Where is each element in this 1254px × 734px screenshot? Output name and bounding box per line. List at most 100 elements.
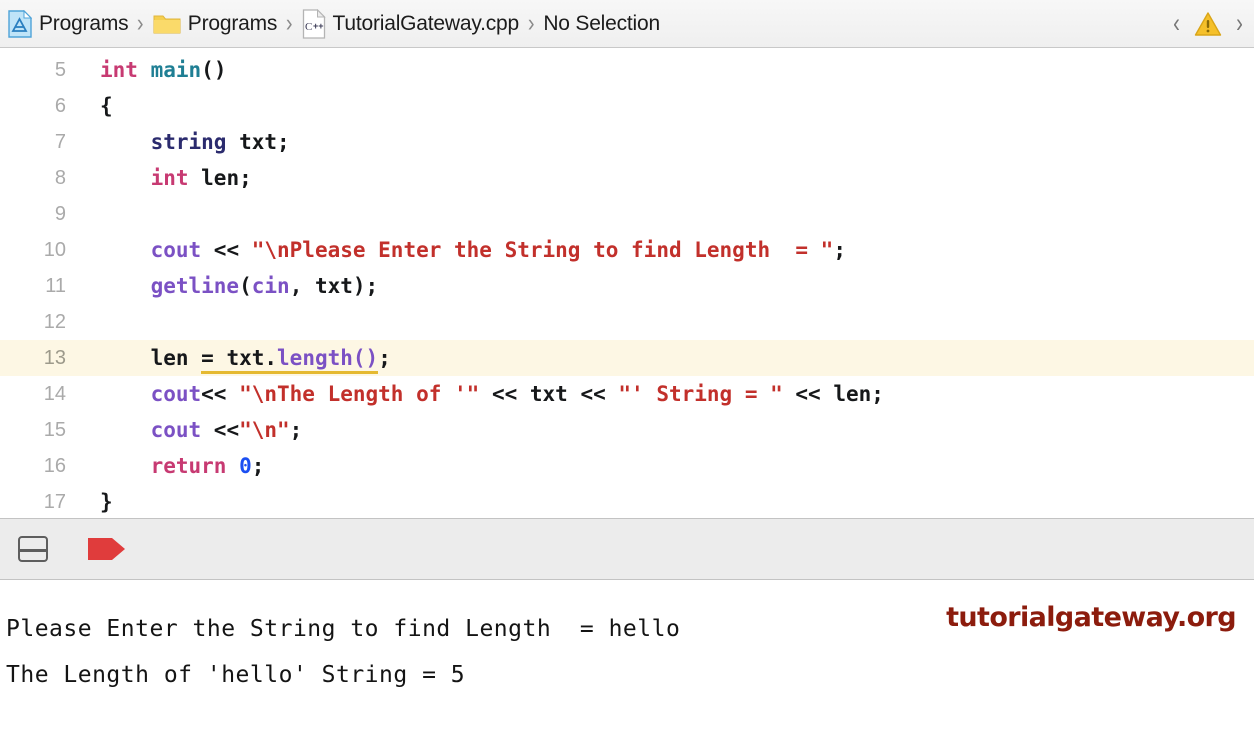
breadcrumb-item-project[interactable]: Programs (8, 9, 129, 38)
line-number: 5 (54, 58, 66, 81)
breakpoint-flag-tip (112, 538, 125, 560)
token-plain: } (100, 490, 113, 514)
debug-toolbar (0, 518, 1254, 580)
code-text: cout << "\nPlease Enter the String to fi… (72, 238, 846, 262)
token-object-warned: length (277, 346, 353, 374)
breadcrumb-item-folder[interactable]: Programs (153, 12, 277, 36)
token-plain: ( (239, 274, 252, 298)
token-plain: , txt); (289, 274, 379, 298)
code-line-9[interactable]: 9 (0, 196, 1254, 232)
svg-text:++: ++ (313, 21, 324, 31)
warning-triangle-icon[interactable] (1194, 11, 1222, 37)
line-number: 11 (45, 274, 66, 297)
code-line-5[interactable]: 5 int main() (0, 52, 1254, 88)
console-output[interactable]: Please Enter the String to find Length =… (0, 580, 1254, 732)
breadcrumb-label-selection: No Selection (543, 11, 660, 35)
token-plain: << txt << (479, 382, 619, 406)
code-text: { (72, 94, 113, 118)
code-text: getline(cin, txt); (72, 274, 379, 298)
svg-text:C: C (305, 21, 312, 33)
code-text: return 0; (72, 454, 265, 478)
jumpbar-navigation: ‹ › (1172, 0, 1244, 47)
code-text: int len; (72, 166, 252, 190)
code-text: string txt; (72, 130, 290, 154)
token-plain: len (100, 346, 202, 370)
line-number: 15 (43, 418, 66, 441)
token-object: cout (150, 418, 202, 442)
token-plain: len; (188, 166, 252, 190)
site-watermark: tutorialgateway.org (946, 602, 1237, 633)
token-plain: ; (378, 346, 391, 370)
token-string: "' String = " (618, 382, 783, 406)
token-plain-warned: txt. (213, 346, 278, 374)
token-string: "\nPlease Enter the String to find Lengt… (251, 238, 834, 262)
breadcrumb-separator: › (137, 9, 144, 37)
line-number: 6 (54, 94, 66, 117)
token-plain: ; (289, 418, 303, 442)
line-number: 7 (54, 130, 66, 153)
token-object: cout (150, 382, 202, 406)
console-line-2: The Length of 'hello' String = 5 (6, 662, 466, 688)
token-plain: ; (251, 454, 265, 478)
token-operator: << (201, 382, 240, 406)
line-number: 8 (54, 166, 66, 189)
token-keyword: return (150, 454, 227, 478)
breadcrumb-item-selection[interactable]: No Selection (543, 12, 660, 36)
breadcrumb-bar: Programs › Programs › C ++ TutorialGatew… (0, 0, 1254, 48)
breadcrumb-label-file: TutorialGateway.cpp (332, 11, 520, 35)
code-line-11[interactable]: 11 getline(cin, txt); (0, 268, 1254, 304)
forward-chevron-icon[interactable]: › (1236, 10, 1243, 37)
code-line-7[interactable]: 7 string txt; (0, 124, 1254, 160)
code-text: cout <<"\n"; (72, 418, 303, 442)
code-line-8[interactable]: 8 int len; (0, 160, 1254, 196)
token-operator: << (201, 238, 252, 262)
token-plain: ; (833, 238, 846, 262)
token-plain: txt; (226, 130, 290, 154)
token-operator-warned: = (201, 346, 214, 374)
line-number: 13 (43, 346, 66, 369)
token-number: 0 (239, 454, 252, 478)
code-line-13[interactable]: 13 len = txt.length(); (0, 340, 1254, 376)
line-number: 12 (43, 310, 66, 333)
code-line-16[interactable]: 16 return 0; (0, 448, 1254, 484)
line-number: 17 (43, 490, 66, 513)
xcode-project-icon (8, 9, 32, 38)
back-chevron-icon[interactable]: ‹ (1173, 10, 1180, 37)
breadcrumb-label-folder: Programs (187, 11, 278, 35)
folder-icon (153, 12, 181, 36)
token-object: getline (150, 274, 240, 298)
code-line-6[interactable]: 6 { (0, 88, 1254, 124)
token-keyword: int (100, 58, 138, 82)
code-line-12[interactable]: 12 (0, 304, 1254, 340)
token-operator: << (201, 418, 240, 442)
line-number: 16 (43, 454, 66, 477)
token-function: main (150, 58, 202, 82)
code-editor[interactable]: 5 int main() 6 { 7 string txt; 8 int len… (0, 48, 1254, 518)
code-line-10[interactable]: 10 cout << "\nPlease Enter the String to… (0, 232, 1254, 268)
token-string: "\n" (239, 418, 290, 442)
code-text: cout<< "\nThe Length of '" << txt << "' … (72, 382, 884, 406)
line-number: 14 (43, 382, 66, 405)
token-object: cout (150, 238, 202, 262)
token-keyword: int (150, 166, 189, 190)
token-object: cin (251, 274, 290, 298)
breadcrumb-item-file[interactable]: C ++ TutorialGateway.cpp (302, 8, 520, 39)
breakpoint-flag-body (88, 538, 112, 560)
cpp-file-icon: C ++ (302, 8, 326, 39)
code-line-17[interactable]: 17 } (0, 484, 1254, 518)
split-pane-icon[interactable] (18, 536, 48, 562)
code-text: } (72, 490, 113, 514)
code-line-14[interactable]: 14 cout<< "\nThe Length of '" << txt << … (0, 376, 1254, 412)
token-plain: () (201, 58, 227, 82)
code-line-15[interactable]: 15 cout <<"\n"; (0, 412, 1254, 448)
breadcrumb-label-project: Programs (39, 11, 129, 35)
code-text: int main() (72, 58, 226, 82)
